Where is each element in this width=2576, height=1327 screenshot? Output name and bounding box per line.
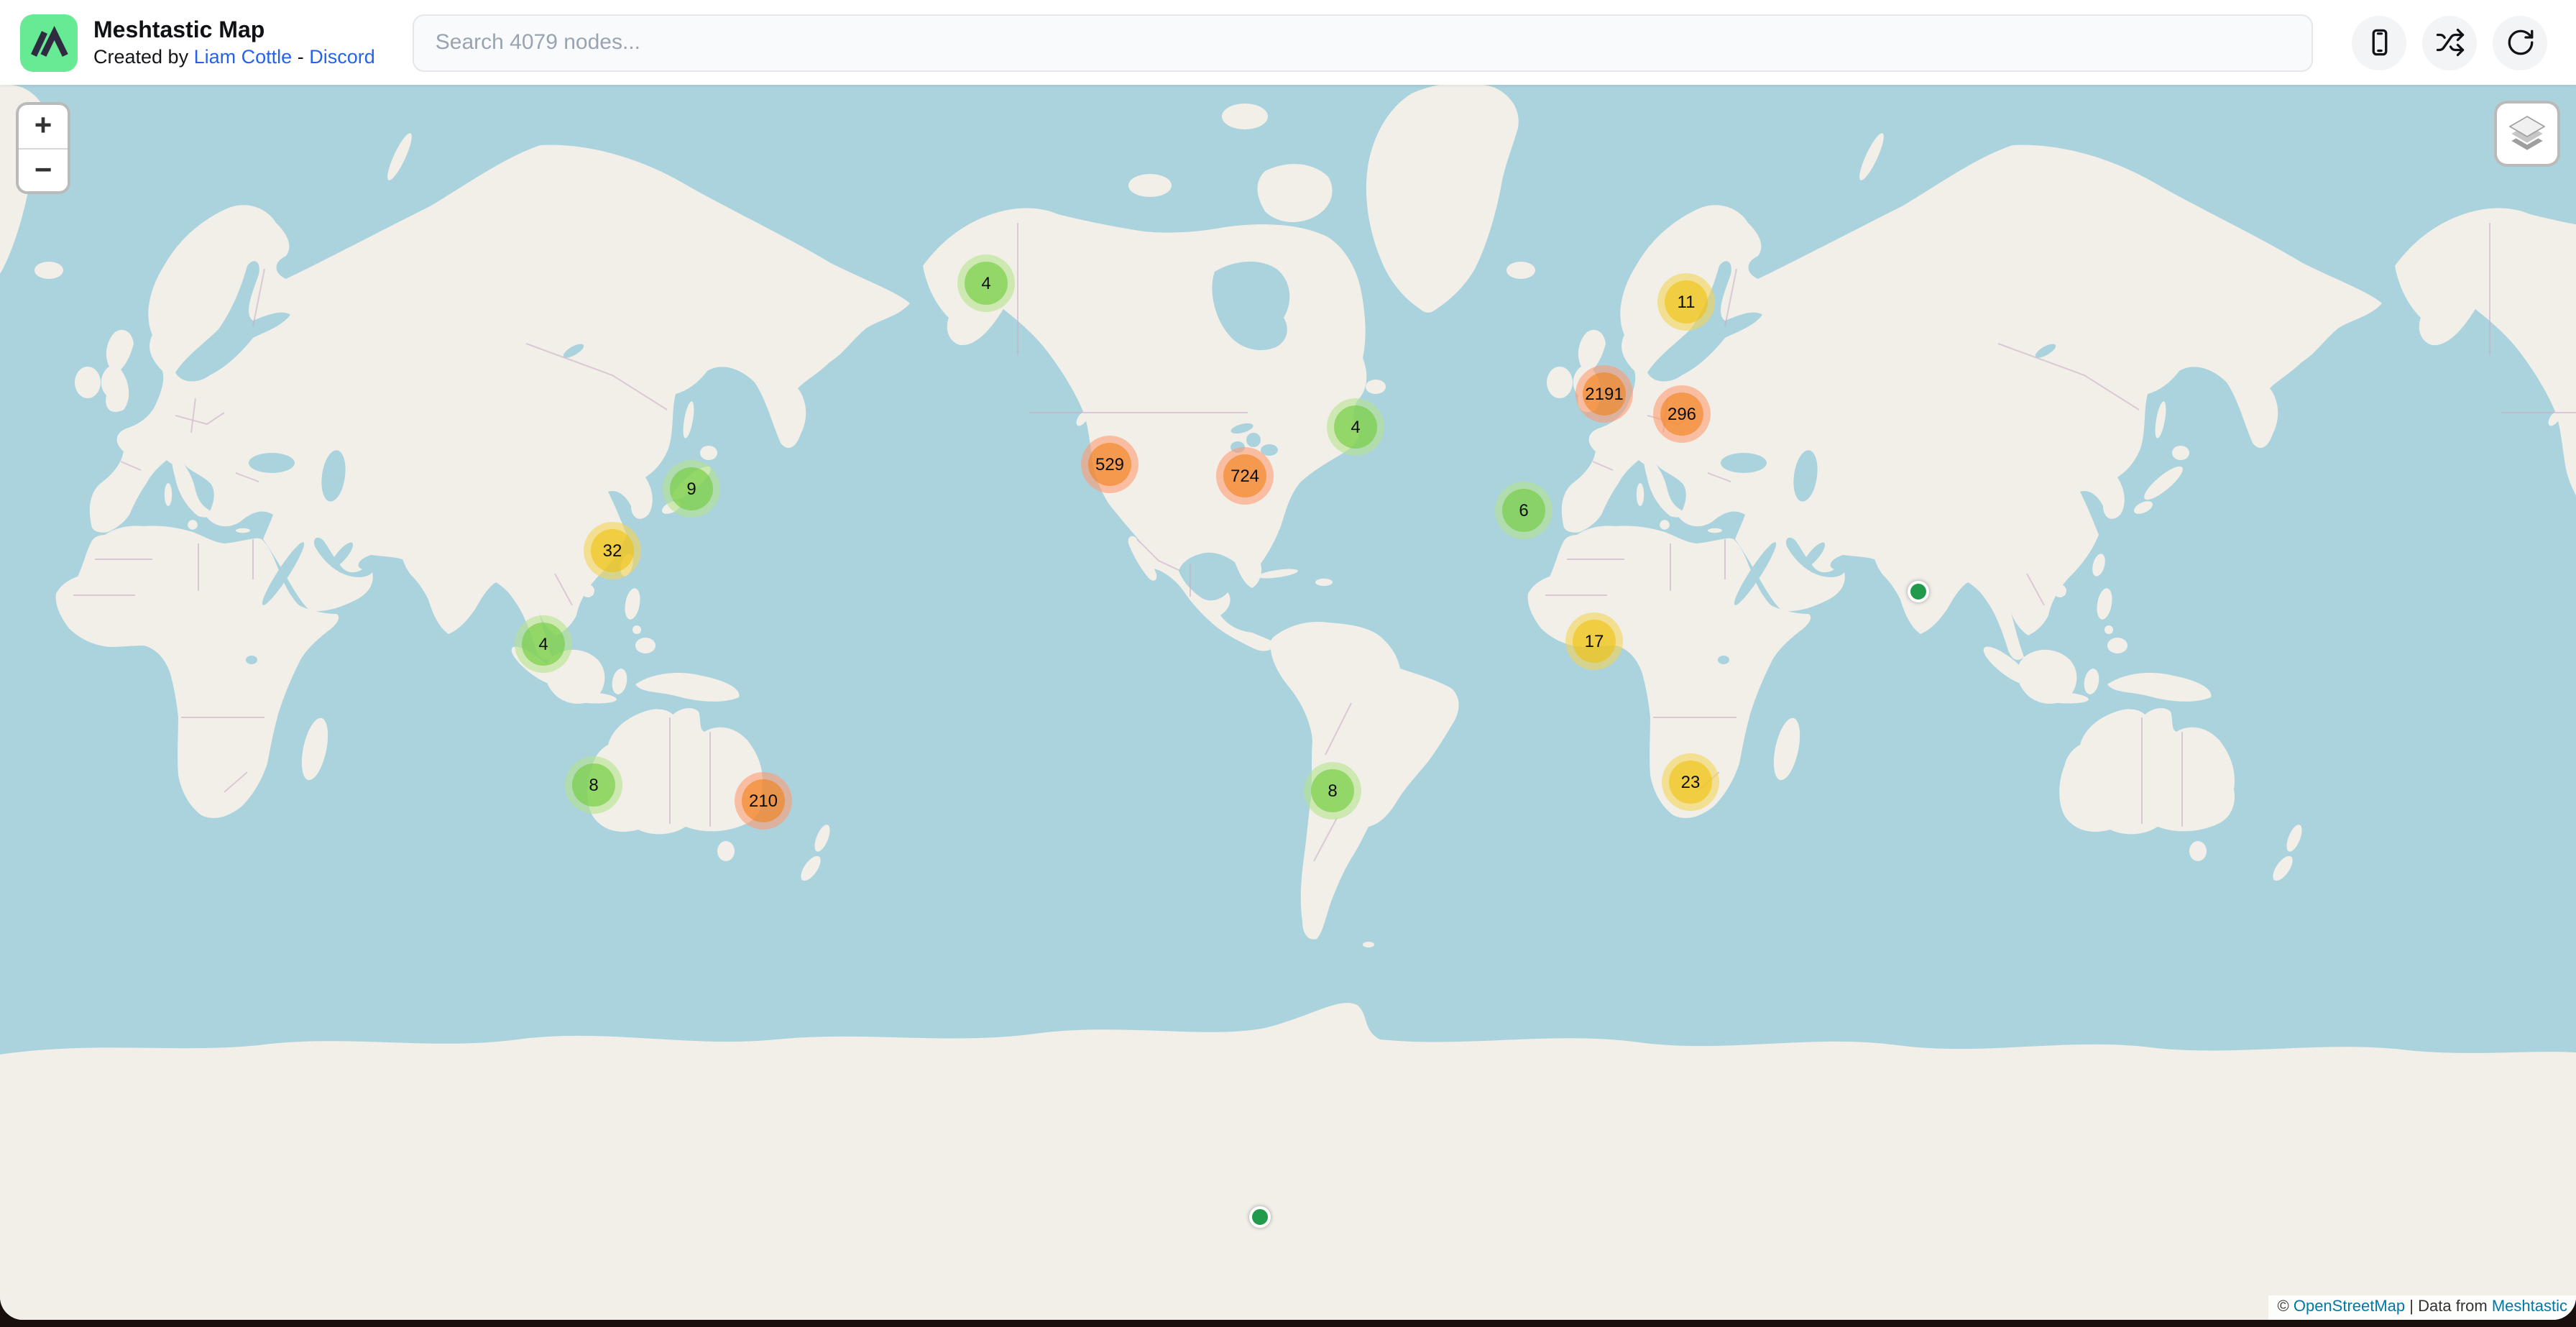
node-marker[interactable]: [1907, 580, 1928, 602]
cluster-count: 724: [1223, 454, 1266, 497]
cluster-count: 9: [670, 467, 713, 510]
cluster-marker[interactable]: 4: [957, 254, 1015, 312]
cluster-marker[interactable]: 8: [1304, 762, 1361, 819]
cluster-count: 17: [1573, 620, 1616, 663]
map-canvas[interactable]: 4 11 2191 296 4 529 724 9 6 32 17 4 23 8 210 8 + − © Op…: [0, 85, 2576, 1319]
cluster-count: 4: [1334, 405, 1377, 449]
cluster-count: 4: [522, 623, 565, 666]
attribution: © OpenStreetMap | Data from Meshtastic: [2269, 1295, 2576, 1319]
cluster-count: 32: [591, 529, 634, 572]
page: Meshtastic Map Created by Liam Cottle - …: [0, 0, 2576, 1327]
byline-prefix: Created by: [93, 45, 188, 67]
cluster-marker[interactable]: 4: [1327, 398, 1384, 456]
author-link[interactable]: Liam Cottle: [194, 45, 293, 67]
cluster-count: 210: [742, 779, 785, 822]
cluster-marker[interactable]: 17: [1565, 612, 1623, 670]
discord-link[interactable]: Discord: [309, 45, 375, 67]
page-title: Meshtastic Map: [93, 17, 375, 44]
cluster-marker[interactable]: 2191: [1576, 365, 1633, 423]
refresh-icon: [2505, 27, 2535, 58]
cluster-marker[interactable]: 6: [1495, 482, 1552, 539]
cluster-marker[interactable]: 4: [515, 615, 572, 673]
attribution-divider: |: [2409, 1298, 2414, 1315]
marker-layer: 4 11 2191 296 4 529 724 9 6 32 17 4 23 8 210 8: [0, 85, 2576, 1319]
meshtastic-logo-icon: [20, 14, 78, 71]
cluster-marker[interactable]: 724: [1216, 447, 1274, 505]
layers-icon: [2506, 112, 2549, 155]
cluster-count: 23: [1669, 761, 1712, 804]
cluster-marker[interactable]: 529: [1081, 436, 1138, 493]
cluster-marker[interactable]: 32: [584, 522, 641, 579]
cluster-count: 8: [572, 763, 615, 807]
cluster-count: 529: [1088, 443, 1131, 486]
smartphone-icon: [2364, 27, 2394, 58]
cluster-count: 11: [1665, 280, 1708, 323]
cluster-count: 296: [1660, 392, 1703, 436]
mobile-app-button[interactable]: [2352, 15, 2406, 70]
layers-control[interactable]: [2494, 101, 2560, 167]
byline-separator: -: [298, 45, 304, 67]
shuffle-icon: [2434, 27, 2465, 58]
header: Meshtastic Map Created by Liam Cottle - …: [0, 0, 2576, 85]
cluster-marker[interactable]: 296: [1653, 385, 1711, 443]
refresh-button[interactable]: [2493, 15, 2547, 70]
cluster-count: 2191: [1583, 372, 1626, 415]
copyright-symbol: ©: [2278, 1298, 2289, 1315]
cluster-count: 4: [965, 262, 1008, 305]
node-marker[interactable]: [1248, 1206, 1270, 1227]
cluster-count: 8: [1311, 769, 1354, 812]
byline: Created by Liam Cottle - Discord: [93, 44, 375, 68]
cluster-count: 6: [1502, 489, 1545, 532]
cluster-marker[interactable]: 23: [1662, 753, 1719, 811]
meshtastic-link[interactable]: Meshtastic: [2492, 1298, 2567, 1315]
zoom-out-button[interactable]: −: [19, 148, 68, 191]
osm-link[interactable]: OpenStreetMap: [2294, 1298, 2405, 1315]
cluster-marker[interactable]: 9: [663, 460, 720, 518]
zoom-control: + −: [16, 102, 70, 194]
attribution-data-from: Data from: [2418, 1298, 2488, 1315]
app-window: Meshtastic Map Created by Liam Cottle - …: [0, 0, 2576, 1319]
cluster-marker[interactable]: 8: [565, 756, 622, 814]
cluster-marker[interactable]: 210: [735, 772, 792, 830]
random-node-button[interactable]: [2422, 15, 2477, 70]
search-input[interactable]: [413, 14, 2313, 71]
title-block: Meshtastic Map Created by Liam Cottle - …: [93, 17, 375, 68]
zoom-in-button[interactable]: +: [19, 105, 68, 148]
cluster-marker[interactable]: 11: [1657, 273, 1715, 331]
